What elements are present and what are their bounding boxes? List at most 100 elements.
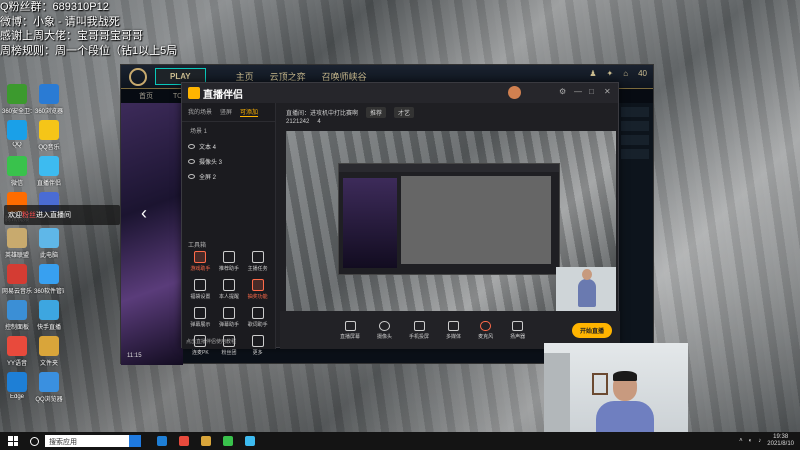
start-icon[interactable]	[8, 436, 18, 446]
tool-item[interactable]: 抽奖功能	[243, 279, 272, 300]
tool-item[interactable]: 本人提醒	[215, 279, 244, 300]
profile-icon[interactable]: ♟	[589, 69, 596, 78]
friend-row[interactable]	[621, 135, 649, 145]
search-icon[interactable]	[30, 436, 39, 446]
desktop-icon[interactable]: QQ浏览器	[34, 372, 64, 403]
desktop-icon[interactable]: 快手直播	[34, 300, 64, 331]
minimize-icon[interactable]: —	[574, 88, 582, 96]
desktop-icon[interactable]: 微信	[2, 156, 32, 187]
friend-row[interactable]	[621, 107, 649, 117]
close-icon[interactable]: ✕	[604, 88, 612, 96]
person-thumbnail	[578, 269, 596, 307]
desktop-icon[interactable]: 英雄联盟	[2, 228, 32, 259]
desktop-icon[interactable]: 文件夹	[34, 336, 64, 367]
media-button[interactable]: 多媒体	[446, 320, 461, 340]
desktop-icon[interactable]: YY语音	[2, 336, 32, 367]
currency-amount: 40	[638, 69, 647, 78]
source-row[interactable]: 摄像头 3	[182, 154, 275, 169]
tool-item[interactable]: 弹幕助手	[215, 307, 244, 328]
streaming-app-window[interactable]: 直播伴侣 ⚙ — □ ✕ 我的场景 竖屏 可添加 场景 1 文本 4 摄像头 3…	[181, 82, 620, 356]
tool-item[interactable]: 弹幕展示	[186, 307, 215, 328]
overlay-line: 周榜规则：周一个段位（钻1以上5局	[0, 44, 178, 57]
folder-icon[interactable]	[201, 436, 211, 446]
recommend-pill[interactable]: 推荐	[366, 107, 387, 118]
tab-addable[interactable]: 可添加	[240, 107, 259, 117]
overlay-line: 感谢上周大佬：宝哥哥宝哥哥	[0, 30, 143, 42]
taskbar-search-input[interactable]: 搜索应用	[45, 435, 129, 447]
clock[interactable]: 19:38 2021/8/10	[767, 434, 794, 448]
friend-row[interactable]	[621, 121, 649, 131]
desktop-icon[interactable]: 控制面板	[2, 300, 32, 331]
shop-icon[interactable]: ⌂	[623, 69, 628, 78]
carousel-left-arrow-icon[interactable]: ‹	[141, 203, 147, 224]
edge-icon[interactable]	[157, 436, 167, 446]
desktop-icon[interactable]: 此电脑	[34, 228, 64, 259]
desktop-icon[interactable]: 360软件管家	[34, 264, 64, 295]
desktop-icon[interactable]: 360安全卫士	[2, 84, 32, 115]
room-title: 直播间：进攻机中打比赛啊	[286, 111, 359, 117]
source-row[interactable]: 文本 4	[182, 139, 275, 154]
scene-name[interactable]: 场景 1	[182, 122, 275, 139]
desktop-app-icon	[39, 372, 59, 392]
stream-preview[interactable]	[286, 131, 616, 311]
desktop-icon[interactable]: 360浏览器	[34, 84, 64, 115]
tool-item[interactable]: 更多	[243, 335, 272, 356]
microphone-button[interactable]: 麦克风	[478, 320, 494, 340]
desktop-icon-label: 此电脑	[39, 253, 58, 259]
category-tag[interactable]: 才艺	[394, 107, 415, 118]
app-icon[interactable]	[223, 436, 233, 446]
tab-vertical[interactable]: 竖屏	[220, 107, 232, 117]
user-avatar[interactable]	[508, 86, 521, 99]
tool-item[interactable]: 歌词助手	[243, 307, 272, 328]
desktop-icon[interactable]: QQ音乐	[34, 120, 64, 151]
eye-icon[interactable]	[188, 174, 195, 179]
source-label: 全屏 2	[199, 175, 217, 181]
microphone-icon	[480, 320, 492, 331]
desktop-icon[interactable]: QQ	[2, 120, 32, 148]
tab-my-scenes[interactable]: 我的场景	[188, 107, 212, 117]
game-logo-icon	[129, 67, 147, 86]
tool-label: 主播任务	[247, 266, 268, 272]
tutorial-link[interactable]: 点击直播伴侣使用教程	[186, 338, 236, 345]
app-icon[interactable]	[179, 436, 189, 446]
room-stats-bar: 2121242 4	[286, 119, 321, 125]
desktop-icon-label: 360软件管家	[34, 289, 64, 295]
eye-icon[interactable]	[188, 144, 195, 149]
eye-icon[interactable]	[188, 159, 195, 164]
game-friends-panel	[617, 103, 653, 365]
desktop-icon[interactable]: Edge	[2, 372, 32, 400]
desktop-app-icon	[7, 228, 27, 248]
tool-item[interactable]: 推荐助手	[215, 251, 244, 272]
screen-capture-button[interactable]: 直播屏幕	[340, 320, 360, 340]
camera-button[interactable]: 摄像头	[377, 320, 392, 340]
desktop-icon[interactable]: 网易云音乐	[2, 264, 32, 295]
streaming-app-icon[interactable]	[245, 436, 255, 446]
speaker-button[interactable]: 扬声器	[510, 320, 525, 340]
taskbar-apps	[157, 436, 255, 446]
maximize-icon[interactable]: □	[589, 88, 597, 96]
trophy-icon[interactable]: ✦	[607, 69, 614, 78]
desktop-icon-label: Edge	[9, 394, 24, 400]
desktop-app-icon	[7, 156, 27, 176]
source-row[interactable]: 全屏 2	[182, 169, 275, 184]
friend-row[interactable]	[621, 149, 649, 159]
tool-icon	[251, 335, 264, 347]
start-live-button[interactable]: 开始直播	[571, 323, 612, 338]
volume-icon[interactable]: ♪	[758, 438, 761, 444]
source-label: 文本 4	[199, 145, 217, 151]
tool-item[interactable]: 游戏助手	[186, 251, 215, 272]
tool-item[interactable]: 福袋设置	[186, 279, 215, 300]
network-icon[interactable]: ◐	[749, 438, 753, 444]
tool-icon	[251, 279, 264, 291]
desktop-icon-label: 直播伴侣	[36, 181, 61, 187]
tool-label: 麦克风	[478, 333, 494, 340]
desktop-icon-label: 360安全卫士	[2, 109, 32, 115]
tool-label: 连麦PK	[191, 350, 209, 356]
sub-nav-home[interactable]: 首页	[139, 91, 153, 101]
search-button[interactable]	[129, 435, 141, 447]
desktop-icon[interactable]: 直播伴侣	[34, 156, 64, 187]
settings-icon[interactable]: ⚙	[559, 88, 567, 96]
phone-cast-button[interactable]: 手机投屏	[409, 320, 429, 340]
chevron-up-icon[interactable]: ˄	[739, 438, 743, 444]
tool-item[interactable]: 主播任务	[243, 251, 272, 272]
